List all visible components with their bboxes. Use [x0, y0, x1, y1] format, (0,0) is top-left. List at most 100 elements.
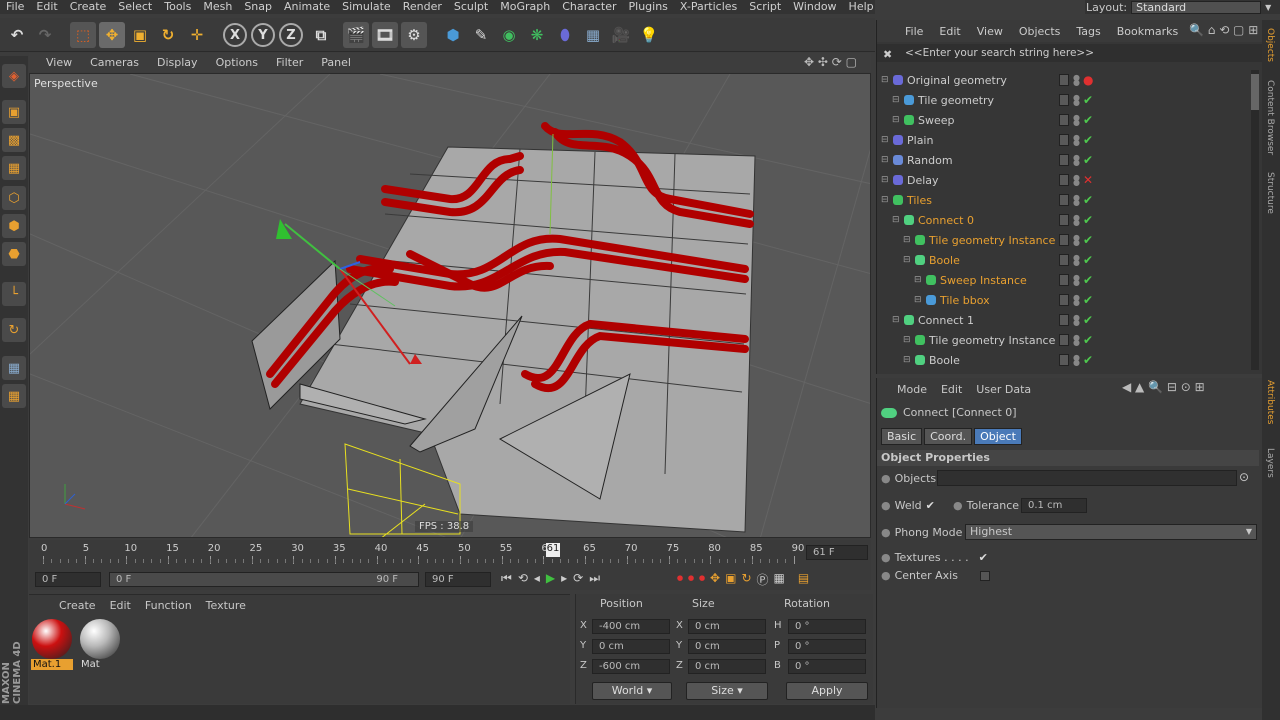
object-row[interactable]: ⊟ Sweep Instance ● ● ✔ [877, 270, 1249, 290]
editor-render-dots[interactable]: ● ● [1073, 314, 1080, 327]
object-scrollbar[interactable] [1251, 70, 1259, 370]
menu-item-animate[interactable]: Animate [278, 0, 336, 14]
coord-pos-field[interactable]: 0 cm [592, 639, 670, 654]
enabled-check-icon[interactable]: ✔ [1083, 273, 1093, 287]
attr-menu-user-data[interactable]: User Data [976, 383, 1031, 396]
texture-mode-icon[interactable]: ▩ [2, 128, 26, 152]
menu-item-script[interactable]: Script [743, 0, 787, 14]
expand-toggle-icon[interactable]: ⊟ [892, 95, 900, 105]
expand-toggle-icon[interactable]: ⊟ [881, 195, 889, 205]
object-menu-file[interactable]: File [897, 25, 931, 38]
autokey-icon[interactable]: ⏺ [688, 571, 694, 589]
menu-item-mesh[interactable]: Mesh [197, 0, 238, 14]
coord-rot-field[interactable]: 0 ° [788, 619, 866, 634]
expand-toggle-icon[interactable]: ⊟ [892, 215, 900, 225]
material-menu-function[interactable]: Function [145, 599, 192, 612]
material-menu-texture[interactable]: Texture [206, 599, 246, 612]
layout-dropdown[interactable]: Standard [1131, 0, 1262, 14]
coordinate-system-icon[interactable]: ⧉ [308, 22, 334, 48]
editor-render-dots[interactable]: ● ● [1073, 334, 1080, 347]
menu-item-select[interactable]: Select [112, 0, 158, 14]
expand-toggle-icon[interactable]: ⊟ [881, 75, 889, 85]
objects-tab[interactable]: Objects [1265, 28, 1275, 62]
undo-icon[interactable]: ↶ [4, 22, 30, 48]
render-picture-viewer-icon[interactable]: 🎞 [372, 22, 398, 48]
menu-item-mograph[interactable]: MoGraph [494, 0, 556, 14]
object-row[interactable]: ⊟ Tiles ● ● ✔ [877, 190, 1249, 210]
editor-render-dots[interactable]: ● ● [1073, 194, 1080, 207]
z-axis-lock-icon[interactable]: Z [279, 23, 303, 47]
editor-render-dots[interactable]: ● ● [1073, 114, 1080, 127]
tolerance-field[interactable]: 0.1 cm [1021, 498, 1087, 513]
material-swatch[interactable]: Mat.1 [31, 619, 73, 670]
menu-item-tools[interactable]: Tools [158, 0, 197, 14]
cloner-icon[interactable]: ❋ [524, 22, 550, 48]
object-row[interactable]: ⊟ Random ● ● ✔ [877, 150, 1249, 170]
3d-viewport[interactable]: Perspective FPS: 38.8 [29, 73, 871, 538]
editor-render-dots[interactable]: ● ● [1073, 294, 1080, 307]
light-icon[interactable]: 💡 [636, 22, 662, 48]
step-back-icon[interactable]: ◂ [534, 571, 540, 589]
coord-size-field[interactable]: 0 cm [688, 639, 766, 654]
polygons-mode-icon[interactable]: ⬣ [2, 242, 26, 266]
object-menu-view[interactable]: View [969, 25, 1011, 38]
viewport-menu-display[interactable]: Display [148, 56, 207, 69]
editor-render-dots[interactable]: ● ● [1073, 254, 1080, 267]
visibility-toggle[interactable] [1059, 194, 1069, 206]
tab-object[interactable]: Object [974, 428, 1022, 445]
model-mode-icon[interactable]: ▣ [2, 100, 26, 124]
visibility-toggle[interactable] [1059, 254, 1069, 266]
expand-toggle-icon[interactable]: ⊟ [881, 135, 889, 145]
material-menu-edit[interactable]: Edit [110, 599, 131, 612]
timeline-window-icon[interactable]: ▤ [798, 571, 809, 589]
content-browser-tab[interactable]: Content Browser [1265, 80, 1275, 155]
menu-item-edit[interactable]: Edit [30, 0, 63, 14]
editor-render-dots[interactable]: ● ● [1073, 354, 1080, 367]
coord-size-field[interactable]: 0 cm [688, 659, 766, 674]
visibility-toggle[interactable] [1059, 214, 1069, 226]
recent-tool-icon[interactable]: ✛ [184, 22, 210, 48]
object-row[interactable]: ⊟ Tile geometry Instance ● ● ✔ [877, 230, 1249, 250]
coord-pos-field[interactable]: -400 cm [592, 619, 670, 634]
material-swatch[interactable]: Mat [79, 619, 121, 670]
camera-icon[interactable]: 🎥 [608, 22, 634, 48]
visibility-toggle[interactable] [1059, 74, 1069, 86]
loop-icon[interactable]: ⟲ [518, 571, 528, 589]
structure-tab[interactable]: Structure [1265, 172, 1275, 214]
axis-mode-icon[interactable]: └ [2, 282, 26, 306]
enabled-check-icon[interactable]: ✔ [1083, 193, 1093, 207]
object-menu-edit[interactable]: Edit [931, 25, 968, 38]
expand-toggle-icon[interactable]: ⊟ [903, 255, 911, 265]
editor-render-dots[interactable]: ● ● [1073, 94, 1080, 107]
editor-render-dots[interactable]: ● ● [1073, 234, 1080, 247]
visibility-toggle[interactable] [1059, 354, 1069, 366]
menu-item-help[interactable]: Help [843, 0, 880, 14]
layers-tab[interactable]: Layers [1265, 448, 1275, 478]
go-to-end-icon[interactable]: ⏭ [589, 571, 600, 589]
size-mode-dropdown[interactable]: Size ▾ [686, 682, 768, 700]
pen-spline-icon[interactable]: ✎ [468, 22, 494, 48]
points-mode-icon[interactable]: ⬡ [2, 186, 26, 210]
object-row[interactable]: ⊟ Boole ● ● ✔ [877, 350, 1249, 370]
menu-item-create[interactable]: Create [64, 0, 113, 14]
workplane-lock-icon[interactable]: ▦ [2, 356, 26, 380]
attr-menu-mode[interactable]: Mode [897, 383, 927, 396]
visibility-toggle[interactable] [1059, 154, 1069, 166]
step-forward-icon[interactable]: ▸ [561, 571, 567, 589]
enabled-check-icon[interactable]: ✔ [1083, 293, 1093, 307]
move-tool-icon[interactable]: ✥ [99, 22, 125, 48]
coord-rot-field[interactable]: 0 ° [788, 659, 866, 674]
expand-toggle-icon[interactable]: ⊟ [914, 295, 922, 305]
material-menu-create[interactable]: Create [59, 599, 96, 612]
object-row[interactable]: ⊟ Boole ● ● ✔ [877, 250, 1249, 270]
menu-item-snap[interactable]: Snap [238, 0, 278, 14]
menu-item-window[interactable]: Window [787, 0, 842, 14]
expand-toggle-icon[interactable]: ⊟ [903, 335, 911, 345]
render-view-icon[interactable]: 🎬 [343, 22, 369, 48]
viewport-nav-icons[interactable]: ✥ ✣ ⟳ ▢ [804, 55, 870, 70]
planar-workplane-icon[interactable]: ▦ [2, 384, 26, 408]
expand-toggle-icon[interactable]: ⊟ [892, 315, 900, 325]
visibility-toggle[interactable] [1059, 274, 1069, 286]
expand-toggle-icon[interactable]: ⊟ [914, 275, 922, 285]
record-icon[interactable]: ⏺ [677, 571, 683, 589]
